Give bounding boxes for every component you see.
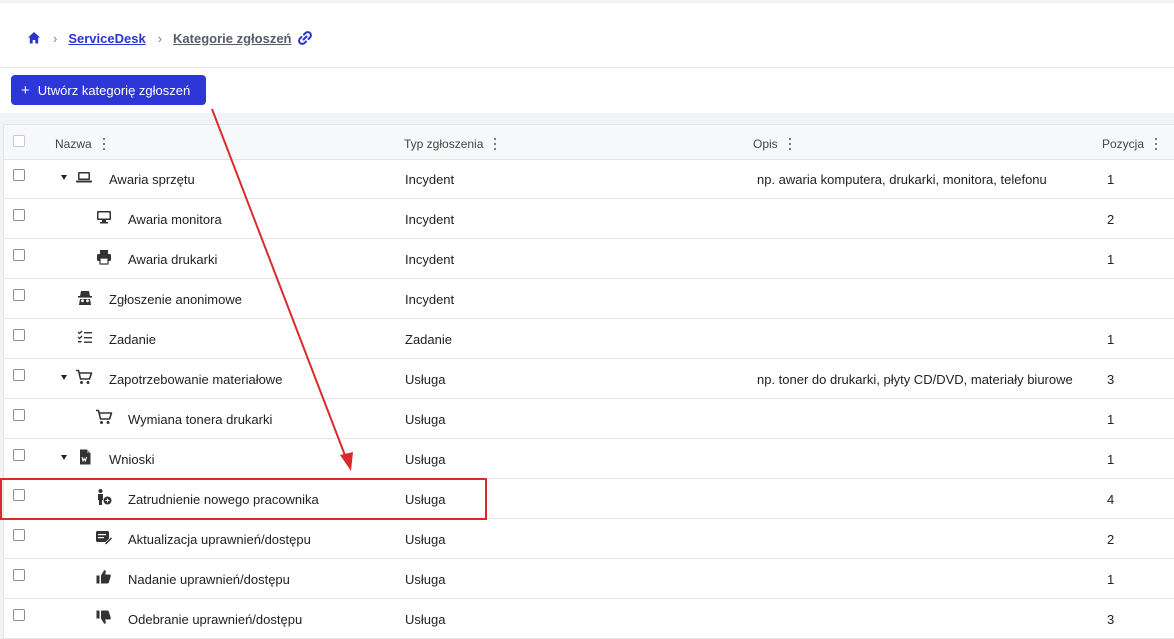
row-checkbox[interactable] bbox=[13, 369, 25, 381]
row-type: Incydent bbox=[405, 212, 455, 227]
row-description: np. toner do drukarki, płyty CD/DVD, mat… bbox=[757, 372, 1073, 387]
column-menu-icon[interactable] bbox=[102, 138, 106, 150]
row-checkbox[interactable] bbox=[13, 609, 25, 621]
expand-caret-icon[interactable] bbox=[61, 375, 67, 380]
breadcrumb-separator: › bbox=[53, 30, 58, 46]
row-type: Incydent bbox=[405, 252, 455, 267]
breadcrumb: › ServiceDesk › Kategorie zgłoszeń bbox=[27, 30, 313, 46]
row-position: 1 bbox=[1107, 172, 1115, 187]
table-row[interactable]: Wnioski Usługa 1 bbox=[4, 439, 1174, 479]
table-header: Nazwa Typ zgłoszenia Opis Pozycja bbox=[4, 125, 1174, 160]
word-document-icon bbox=[80, 449, 91, 465]
column-header-type[interactable]: Typ zgłoszenia bbox=[404, 137, 497, 151]
table-row[interactable]: Zgłoszenie anonimowe Incydent bbox=[4, 279, 1174, 319]
categories-table: Nazwa Typ zgłoszenia Opis Pozycja Awaria… bbox=[3, 124, 1174, 639]
top-bar: › ServiceDesk › Kategorie zgłoszeń bbox=[0, 3, 1174, 68]
row-name: Wymiana tonera drukarki bbox=[128, 412, 273, 427]
row-type: Incydent bbox=[405, 292, 455, 307]
row-name: Zadanie bbox=[109, 332, 156, 347]
laptop-icon bbox=[76, 172, 92, 183]
row-checkbox[interactable] bbox=[13, 209, 25, 221]
row-name: Wnioski bbox=[109, 452, 155, 467]
table-row[interactable]: Nadanie uprawnień/dostępu Usługa 1 bbox=[4, 559, 1174, 599]
row-type: Usługa bbox=[405, 412, 446, 427]
create-category-label: Utwórz kategorię zgłoszeń bbox=[37, 82, 191, 98]
table-row[interactable]: Awaria sprzętu Incydent np. awaria kompu… bbox=[4, 159, 1174, 199]
row-type: Usługa bbox=[405, 532, 446, 547]
row-type: Usługa bbox=[405, 452, 446, 467]
table-row[interactable]: Awaria drukarki Incydent 1 bbox=[4, 239, 1174, 279]
create-category-button[interactable]: + Utwórz kategorię zgłoszeń bbox=[11, 75, 206, 105]
row-checkbox[interactable] bbox=[13, 569, 25, 581]
table-row[interactable]: Zapotrzebowanie materiałowe Usługa np. t… bbox=[4, 359, 1174, 399]
row-position: 1 bbox=[1107, 412, 1115, 427]
column-menu-icon[interactable] bbox=[788, 138, 792, 150]
table-row[interactable]: Awaria monitora Incydent 2 bbox=[4, 199, 1174, 239]
cart-icon bbox=[76, 369, 93, 384]
row-name: Zapotrzebowanie materiałowe bbox=[109, 372, 283, 387]
table-row[interactable]: Wymiana tonera drukarki Usługa 1 bbox=[4, 399, 1174, 439]
row-checkbox[interactable] bbox=[13, 249, 25, 261]
row-description: np. awaria komputera, drukarki, monitora… bbox=[757, 172, 1047, 187]
thumb-up-icon bbox=[96, 570, 111, 584]
column-label: Typ zgłoszenia bbox=[404, 137, 484, 151]
row-checkbox[interactable] bbox=[13, 289, 25, 301]
row-name: Awaria drukarki bbox=[128, 252, 218, 267]
column-label: Pozycja bbox=[1102, 137, 1145, 151]
incognito-icon bbox=[78, 291, 92, 305]
expand-caret-icon[interactable] bbox=[61, 175, 67, 180]
row-type: Usługa bbox=[405, 572, 446, 587]
table-row[interactable]: Zadanie Zadanie 1 bbox=[4, 319, 1174, 359]
row-name: Nadanie uprawnień/dostępu bbox=[128, 572, 290, 587]
toolbar: + Utwórz kategorię zgłoszeń bbox=[0, 68, 1174, 113]
row-checkbox[interactable] bbox=[13, 329, 25, 341]
column-menu-icon[interactable] bbox=[1154, 138, 1158, 150]
row-checkbox[interactable] bbox=[13, 409, 25, 421]
row-position: 3 bbox=[1107, 612, 1115, 627]
column-header-position[interactable]: Pozycja bbox=[1102, 137, 1158, 151]
row-name: Awaria sprzętu bbox=[109, 172, 195, 187]
row-type: Zadanie bbox=[405, 332, 452, 347]
row-position: 1 bbox=[1107, 332, 1115, 347]
row-position: 4 bbox=[1107, 492, 1115, 507]
column-label: Nazwa bbox=[55, 137, 92, 151]
plus-icon: + bbox=[21, 81, 30, 99]
row-position: 1 bbox=[1107, 452, 1115, 467]
row-checkbox[interactable] bbox=[13, 169, 25, 181]
row-position: 1 bbox=[1107, 252, 1115, 267]
row-name: Zgłoszenie anonimowe bbox=[109, 292, 242, 307]
select-all-checkbox[interactable] bbox=[13, 135, 25, 147]
table-row[interactable]: Odebranie uprawnień/dostępu Usługa 3 bbox=[4, 599, 1174, 639]
home-icon[interactable] bbox=[27, 31, 41, 45]
column-label: Opis bbox=[753, 137, 778, 151]
expand-caret-icon[interactable] bbox=[61, 455, 67, 460]
edit-note-icon bbox=[96, 531, 113, 545]
row-position: 3 bbox=[1107, 372, 1115, 387]
column-header-description[interactable]: Opis bbox=[753, 137, 792, 151]
thumb-down-icon bbox=[96, 610, 111, 624]
row-position: 2 bbox=[1107, 212, 1115, 227]
row-checkbox[interactable] bbox=[13, 449, 25, 461]
breadcrumb-separator: › bbox=[157, 30, 163, 46]
monitor-icon bbox=[97, 211, 111, 224]
link-icon[interactable] bbox=[297, 30, 313, 46]
row-name: Odebranie uprawnień/dostępu bbox=[128, 612, 303, 627]
row-checkbox[interactable] bbox=[13, 529, 25, 541]
row-type: Usługa bbox=[405, 372, 446, 387]
row-name: Aktualizacja uprawnień/dostępu bbox=[128, 532, 311, 547]
highlight-box bbox=[0, 478, 487, 520]
row-position: 1 bbox=[1107, 572, 1115, 587]
breadcrumb-current[interactable]: Kategorie zgłoszeń bbox=[173, 31, 291, 46]
row-position: 2 bbox=[1107, 532, 1115, 547]
column-menu-icon[interactable] bbox=[493, 138, 497, 150]
printer-icon bbox=[97, 250, 111, 265]
row-type: Incydent bbox=[405, 172, 455, 187]
row-name: Awaria monitora bbox=[128, 212, 222, 227]
table-row[interactable]: Aktualizacja uprawnień/dostępu Usługa 2 bbox=[4, 519, 1174, 559]
column-header-name[interactable]: Nazwa bbox=[55, 137, 106, 151]
cart-icon bbox=[96, 409, 113, 424]
breadcrumb-servicedesk[interactable]: ServiceDesk bbox=[68, 31, 145, 46]
checklist-icon bbox=[77, 330, 92, 343]
row-type: Usługa bbox=[405, 612, 446, 627]
